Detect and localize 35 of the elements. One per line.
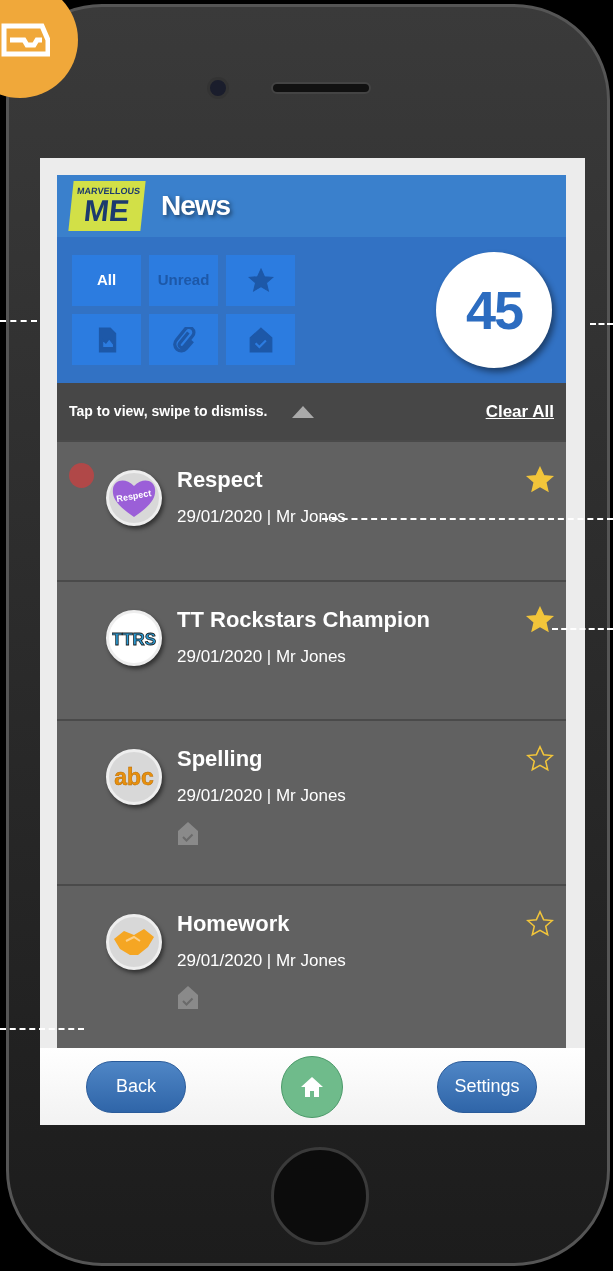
ttrs-logo-icon: TTRS (112, 622, 156, 653)
message-row[interactable]: Respect Respect 29/01/2020 | Mr Jones (57, 440, 566, 580)
caret-up-icon[interactable] (291, 405, 316, 420)
message-meta: 29/01/2020 | Mr Jones (177, 785, 346, 807)
house-check-icon (247, 326, 274, 353)
paperclip-icon (170, 326, 197, 353)
star-icon (247, 267, 274, 294)
leader-line (552, 628, 613, 630)
filled-star-icon[interactable] (526, 605, 554, 634)
message-meta: 29/01/2020 | Mr Jones (177, 645, 346, 668)
message-meta: 29/01/2020 | Mr Jones (177, 949, 346, 972)
message-meta: 29/01/2020 | Mr Jones (177, 506, 346, 528)
home-icon (299, 1075, 324, 1098)
abc-letters-icon: abc (111, 762, 157, 792)
message-title: Homework (177, 909, 290, 938)
hint-text: Tap to view, swipe to dismiss. (69, 402, 268, 422)
filled-star-icon[interactable] (526, 466, 554, 494)
page-title: News (161, 189, 231, 224)
message-row[interactable]: abc Spelling 29/01/2020 | Mr Jones (57, 719, 566, 884)
leader-line (590, 323, 613, 325)
settings-button[interactable]: Settings (437, 1060, 537, 1113)
message-row[interactable]: TTRS TT Rockstars Champion 29/01/2020 | Mr Jones (57, 579, 566, 719)
clear-all-link[interactable]: Clear All (485, 398, 554, 425)
message-title: Spelling (177, 745, 263, 773)
message-title: TT Rockstars Champion (177, 605, 431, 634)
back-button[interactable]: Back (86, 1060, 186, 1113)
message-count: 45 (436, 252, 552, 369)
leader-line (0, 320, 37, 322)
message-row[interactable]: Homework 29/01/2020 | Mr Jones (57, 883, 566, 1048)
star-outline-icon[interactable] (526, 909, 554, 938)
camera-lens (207, 77, 229, 99)
app-logo: MARVELLOUS ME (68, 181, 146, 232)
filter-tab[interactable]: All (72, 255, 141, 307)
message-title: Respect (177, 466, 263, 494)
star-outline-icon[interactable] (526, 745, 554, 773)
